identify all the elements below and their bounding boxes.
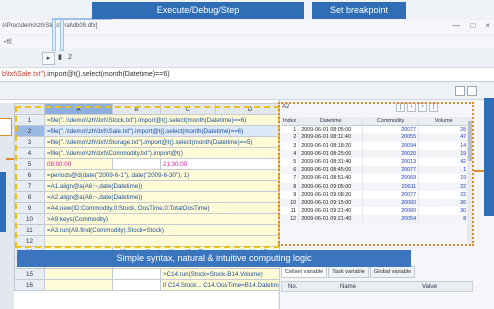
grid-row: 15 >C14.run(Stock=Stock-B14.Volume)	[14, 268, 286, 280]
collapsed-panel[interactable]	[0, 118, 12, 136]
cell-b[interactable]	[112, 268, 161, 280]
formula-expression: .import@t().select(month(Datetime)==6)	[45, 71, 170, 78]
breakpoint-icon[interactable]: ▮	[56, 52, 64, 65]
window-controls: — □ ×	[452, 21, 490, 30]
breakpoint-count: 2	[68, 54, 72, 61]
execute-debug-step-callout: Execute/Debug/Step	[92, 2, 304, 19]
grid-icon[interactable]	[467, 86, 477, 96]
tab-cellset-variable[interactable]: Cellset variable	[281, 266, 328, 278]
tab-task-variable[interactable]: Task variable	[328, 266, 369, 278]
minimize-icon[interactable]: —	[452, 21, 460, 30]
result-highlight-box	[278, 102, 474, 246]
var-col-name: Name	[340, 284, 357, 290]
menu-bar	[0, 36, 494, 48]
code-highlight-box	[15, 106, 280, 248]
side-callout-bar	[0, 172, 6, 232]
maximize-icon[interactable]: □	[470, 21, 475, 30]
cell-c[interactable]: >C14.run(Stock=Stock-B14.Volume)	[159, 268, 286, 280]
variable-header: No. Name Value	[281, 281, 473, 292]
toolbar	[0, 50, 494, 68]
tab-global-variable[interactable]: Global variable	[369, 266, 416, 278]
cell-c[interactable]: if C14.Stock... C14.OosTime=B14.Datetime	[159, 279, 286, 291]
var-col-value: Value	[422, 284, 437, 290]
formula-prefix: b\txt\Sale.txt")	[2, 71, 46, 78]
highlight-connector	[474, 170, 484, 172]
cell-a[interactable]	[44, 268, 113, 280]
close-icon[interactable]: ×	[485, 21, 490, 30]
run-icon: ▸	[46, 55, 51, 62]
side-callout-bar	[484, 98, 494, 216]
step-button[interactable]: ▸	[42, 52, 55, 65]
grid-row: 16 if C14.Stock... C14.OosTime=B14.Dateti…	[14, 279, 286, 291]
window-icon[interactable]	[455, 86, 465, 96]
callout-pointer	[60, 19, 64, 51]
formula-bar[interactable]: b\txt\Sale.txt").import@t().select(month…	[0, 68, 494, 82]
menu-item[interactable]: •帮	[4, 37, 12, 46]
pane-tools	[455, 86, 477, 96]
row-number[interactable]: 15	[14, 268, 45, 280]
highlight-connector	[6, 158, 14, 160]
window-title: s\Proc\demo\zh\Structural\db09.dfx]	[0, 20, 494, 34]
callout-pointer	[52, 19, 56, 51]
panel-header-strip	[0, 82, 494, 100]
variable-tabs: Cellset variable Task variable Global va…	[281, 266, 416, 278]
cell-a[interactable]	[44, 279, 113, 291]
cell-b[interactable]	[112, 279, 161, 291]
row-number[interactable]: 16	[14, 279, 45, 291]
syntax-callout: Simple syntax, natural & intuitive compu…	[17, 250, 411, 267]
var-col-no: No.	[288, 284, 298, 290]
set-breakpoint-callout: Set breakpoint	[312, 2, 406, 19]
